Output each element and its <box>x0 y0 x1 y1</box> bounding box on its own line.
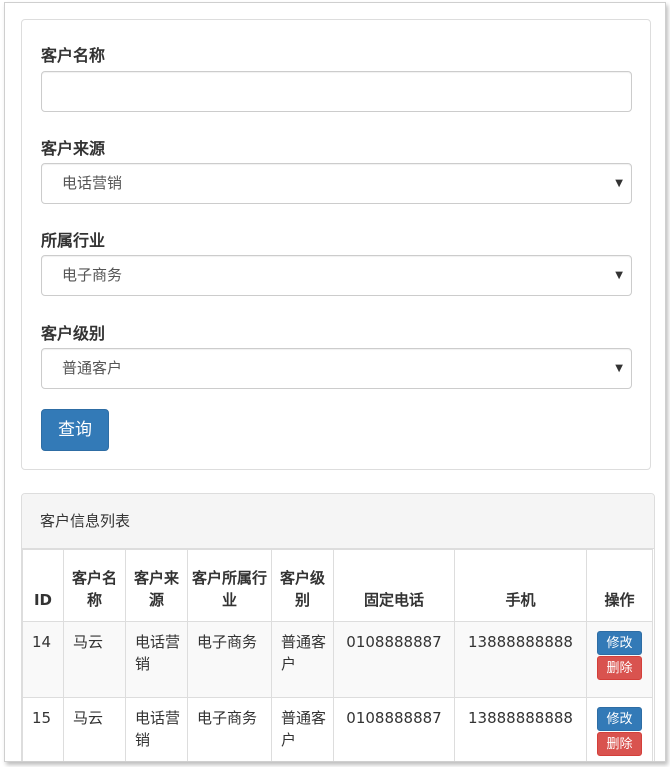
customer-table: ID 客户名称 客户来源 客户所属行业 客户级别 固定电话 手机 操作 14 马… <box>22 549 653 761</box>
cell-phone: 0108888887 <box>333 621 455 698</box>
customer-level-value: 普通客户 <box>62 359 123 377</box>
cell-name: 马云 <box>63 697 126 761</box>
chevron-down-icon: ▼ <box>615 270 623 281</box>
cell-level: 普通客户 <box>271 621 334 698</box>
customer-source-value: 电话营销 <box>62 174 123 192</box>
customer-name-input[interactable] <box>41 71 632 112</box>
col-header-mobile: 手机 <box>454 549 587 622</box>
chevron-down-icon: ▼ <box>615 363 623 374</box>
cell-source: 电话营销 <box>125 697 188 761</box>
col-header-source: 客户来源 <box>125 549 188 622</box>
industry-label: 所属行业 <box>41 231 106 250</box>
delete-button[interactable]: 删除 <box>597 732 642 756</box>
cell-id: 14 <box>22 621 64 698</box>
cell-industry: 电子商务 <box>187 697 272 761</box>
app-frame: 客户名称 客户来源 电话营销 ▼ 所属行业 电子商务 ▼ 客户级别 普通客户 ▼… <box>4 2 666 762</box>
customer-source-select[interactable]: 电话营销 ▼ <box>41 163 632 204</box>
cell-mobile: 13888888888 <box>454 621 587 698</box>
customer-name-label: 客户名称 <box>41 46 106 65</box>
customer-level-select[interactable]: 普通客户 ▼ <box>41 348 632 389</box>
delete-button[interactable]: 删除 <box>597 656 642 680</box>
customer-list-panel: 客户信息列表 ID 客户名称 客户来源 客户所属行业 客户级别 固定电话 手机 … <box>21 493 655 761</box>
col-header-name: 客户名称 <box>63 549 126 622</box>
industry-value: 电子商务 <box>62 266 123 284</box>
cell-actions: 修改 删除 <box>586 697 653 761</box>
list-heading: 客户信息列表 <box>22 494 654 549</box>
cell-industry: 电子商务 <box>187 621 272 698</box>
col-header-phone: 固定电话 <box>333 549 455 622</box>
search-panel: 客户名称 客户来源 电话营销 ▼ 所属行业 电子商务 ▼ 客户级别 普通客户 ▼… <box>21 19 651 470</box>
cell-phone: 0108888887 <box>333 697 455 761</box>
customer-source-label: 客户来源 <box>41 139 106 158</box>
cell-source: 电话营销 <box>125 621 188 698</box>
cell-name: 马云 <box>63 621 126 698</box>
cell-level: 普通客户 <box>271 697 334 761</box>
cell-mobile: 13888888888 <box>454 697 587 761</box>
col-header-id: ID <box>22 549 64 622</box>
col-header-industry: 客户所属行业 <box>187 549 272 622</box>
table-row: 15 马云 电话营销 电子商务 普通客户 0108888887 13888888… <box>22 697 653 761</box>
table-row: 14 马云 电话营销 电子商务 普通客户 0108888887 13888888… <box>22 621 653 698</box>
edit-button[interactable]: 修改 <box>597 631 642 655</box>
edit-button[interactable]: 修改 <box>597 707 642 731</box>
customer-level-label: 客户级别 <box>41 324 106 343</box>
cell-id: 15 <box>22 697 64 761</box>
query-button[interactable]: 查询 <box>41 409 109 451</box>
cell-actions: 修改 删除 <box>586 621 653 698</box>
col-header-actions: 操作 <box>586 549 653 622</box>
col-header-level: 客户级别 <box>271 549 334 622</box>
industry-select[interactable]: 电子商务 ▼ <box>41 255 632 296</box>
chevron-down-icon: ▼ <box>615 178 623 189</box>
